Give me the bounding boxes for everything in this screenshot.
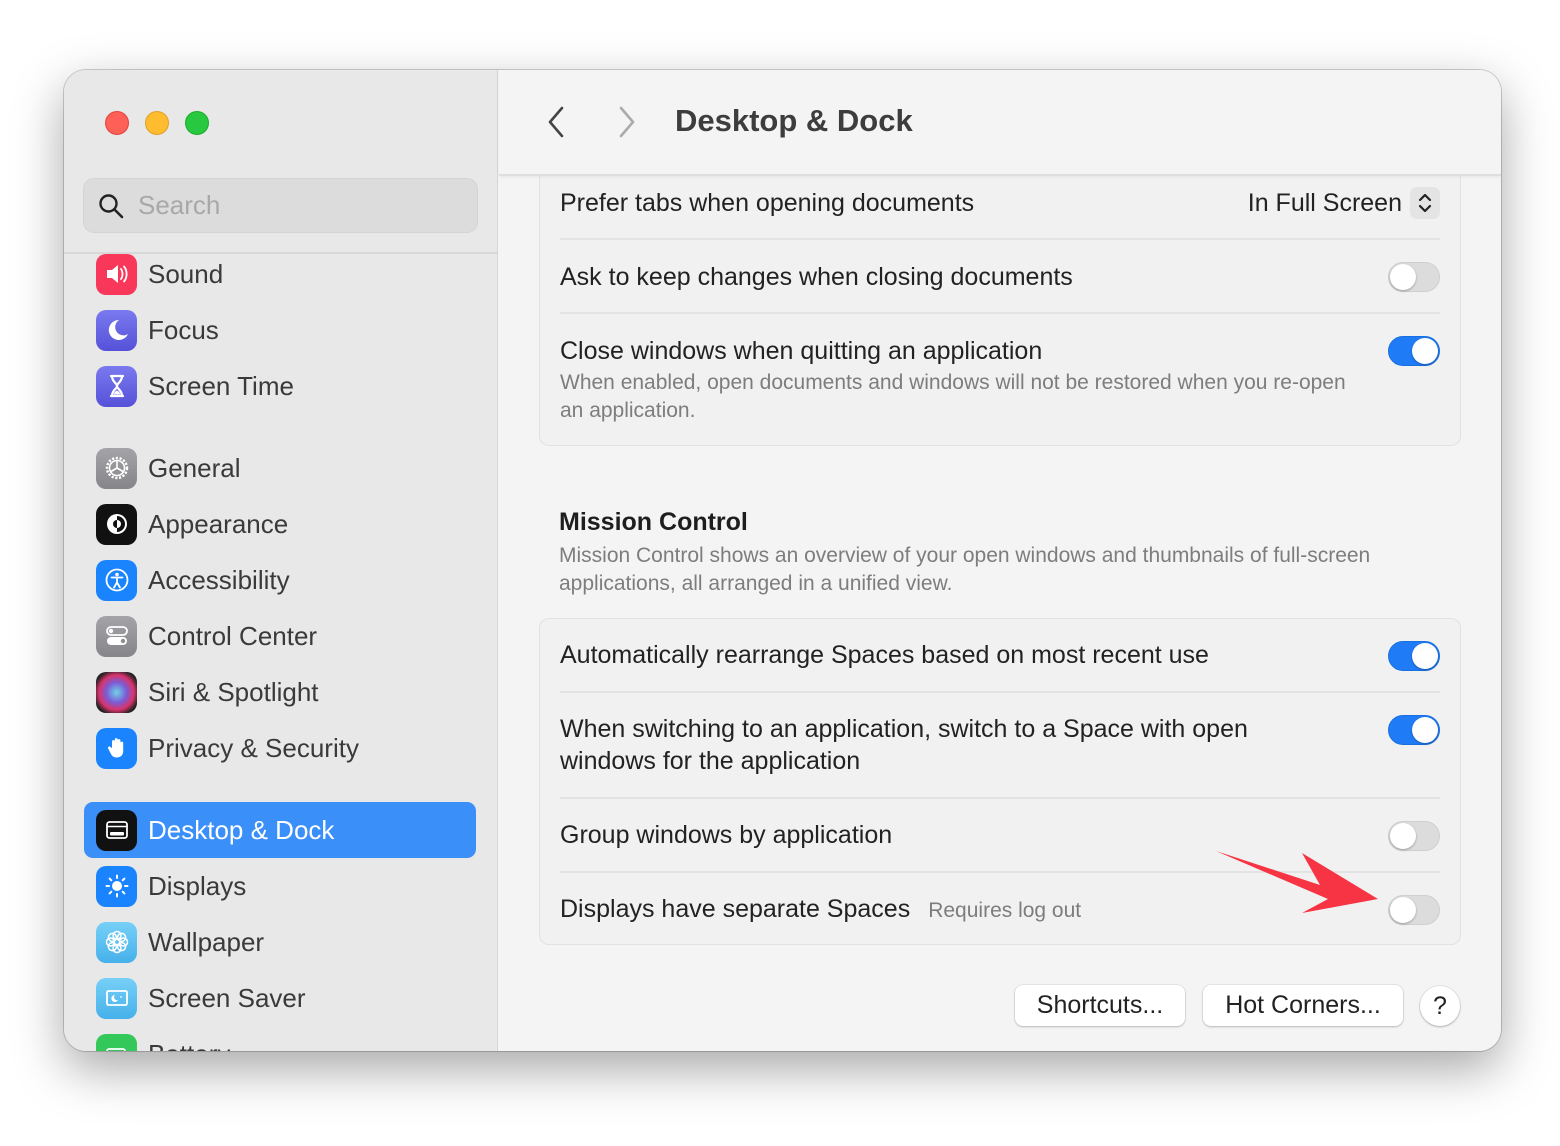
sidebar-item-label: Accessibility — [148, 564, 290, 595]
row-divider — [560, 797, 1440, 799]
sidebar-item-label: Screen Saver — [148, 982, 306, 1013]
prefer-tabs-row: Prefer tabs when opening documents In Fu… — [560, 187, 1440, 227]
sidebar-item-appearance[interactable]: Appearance — [84, 496, 476, 552]
sidebar-item-label: General — [148, 452, 241, 483]
row-divider — [560, 312, 1440, 314]
sidebar-item-sound[interactable]: Sound — [84, 246, 476, 302]
hourglass-icon — [96, 365, 137, 407]
separate-spaces-toggle[interactable] — [1388, 895, 1440, 925]
sidebar-item-label: Desktop & Dock — [148, 814, 335, 845]
zoom-window-button[interactable] — [185, 111, 209, 135]
sidebar-item-label: Displays — [148, 870, 247, 901]
gear-icon — [96, 447, 137, 489]
sidebar-item-label: Wallpaper — [148, 926, 265, 957]
hand-icon — [96, 727, 137, 769]
help-button[interactable]: ? — [1420, 986, 1460, 1026]
annotation-arrow-icon — [1216, 851, 1378, 913]
sun-icon — [96, 865, 137, 907]
ask-keep-changes-row: Ask to keep changes when closing documen… — [560, 261, 1440, 297]
battery-icon — [96, 1033, 137, 1051]
sidebar-item-label: Screen Time — [148, 370, 294, 401]
sidebar-item-label: Appearance — [148, 508, 289, 539]
close-windows-toggle[interactable] — [1388, 336, 1440, 366]
sidebar-item-screen-time[interactable]: Screen Time — [84, 358, 476, 414]
sidebar-item-siri-spotlight[interactable]: Siri & Spotlight — [84, 664, 476, 720]
ask-keep-changes-toggle[interactable] — [1388, 262, 1440, 292]
sidebar-item-label: Sound — [148, 258, 224, 289]
requires-logout-hint: Requires log out — [928, 899, 1082, 922]
screen-saver-icon — [96, 977, 137, 1019]
auto-rearrange-row: Automatically rearrange Spaces based on … — [560, 639, 1440, 671]
prefer-tabs-value: In Full Screen — [1247, 188, 1402, 217]
prefer-tabs-select[interactable]: In Full Screen — [1248, 187, 1440, 219]
search-field[interactable] — [83, 178, 478, 233]
sidebar-item-label: Focus — [148, 314, 219, 345]
close-windows-label: Close windows when quitting an applicati… — [560, 337, 1043, 365]
mission-control-description: Mission Control shows an overview of you… — [559, 544, 1371, 595]
group-windows-toggle[interactable] — [1388, 821, 1440, 851]
auto-rearrange-toggle[interactable] — [1388, 641, 1440, 671]
sidebar-item-wallpaper[interactable]: Wallpaper — [84, 914, 476, 970]
sidebar-item-label: Privacy & Security — [148, 732, 359, 763]
sidebar-item-label: Siri & Spotlight — [148, 676, 319, 707]
sidebar-item-accessibility[interactable]: Accessibility — [84, 552, 476, 608]
close-window-button[interactable] — [105, 111, 129, 135]
switch-space-label: When switching to an application, switch… — [560, 715, 1248, 775]
chevron-left-icon — [548, 106, 564, 138]
window-controls — [105, 111, 209, 135]
sidebar-item-focus[interactable]: Focus — [84, 302, 476, 358]
search-icon — [99, 193, 124, 218]
windows-settings-card: Prefer tabs when opening documents In Fu… — [539, 160, 1461, 446]
auto-rearrange-label: Automatically rearrange Spaces based on … — [560, 641, 1209, 669]
speaker-icon — [96, 253, 137, 295]
ask-keep-changes-label: Ask to keep changes when closing documen… — [560, 263, 1073, 291]
sidebar-item-general[interactable]: General — [84, 440, 476, 496]
separate-spaces-label: Displays have separate Spaces — [560, 895, 911, 923]
hot-corners-button[interactable]: Hot Corners... — [1203, 985, 1403, 1026]
sidebar-item-battery[interactable]: Battery — [84, 1026, 476, 1051]
close-windows-row: Close windows when quitting an applicati… — [560, 335, 1440, 425]
sidebar-item-control-center[interactable]: Control Center — [84, 608, 476, 664]
desktop-dock-icon — [96, 809, 137, 851]
sidebar-item-desktop-dock[interactable]: Desktop & Dock — [84, 802, 476, 858]
toolbar: Desktop & Dock — [499, 70, 1501, 176]
accessibility-icon — [96, 559, 137, 601]
up-down-chevron-icon — [1410, 187, 1440, 219]
appearance-icon — [96, 503, 137, 545]
siri-icon — [96, 671, 137, 713]
sidebar-item-label: Control Center — [148, 620, 318, 651]
sidebar-item-screen-saver[interactable]: Screen Saver — [84, 970, 476, 1026]
mission-control-title: Mission Control — [559, 508, 748, 536]
chevron-right-icon — [619, 106, 635, 138]
row-divider — [560, 691, 1440, 693]
sidebar-item-privacy-security[interactable]: Privacy & Security — [84, 720, 476, 776]
flower-icon — [96, 921, 137, 963]
sidebar-item-displays[interactable]: Displays — [84, 858, 476, 914]
switch-space-row: When switching to an application, switch… — [560, 713, 1340, 777]
row-divider — [560, 238, 1440, 240]
search-input[interactable] — [138, 190, 438, 221]
control-center-icon — [96, 615, 137, 657]
close-windows-description: When enabled, open documents and windows… — [560, 371, 1346, 422]
back-button[interactable] — [541, 104, 571, 140]
minimize-window-button[interactable] — [145, 111, 169, 135]
sidebar: Sound Focus Screen Time Ge — [64, 70, 498, 1051]
sidebar-item-label: Battery — [148, 1039, 230, 1052]
moon-icon — [96, 309, 137, 351]
page-title: Desktop & Dock — [675, 103, 913, 138]
forward-button[interactable] — [612, 104, 642, 140]
switch-space-toggle[interactable] — [1388, 715, 1440, 745]
shortcuts-button[interactable]: Shortcuts... — [1015, 985, 1185, 1026]
